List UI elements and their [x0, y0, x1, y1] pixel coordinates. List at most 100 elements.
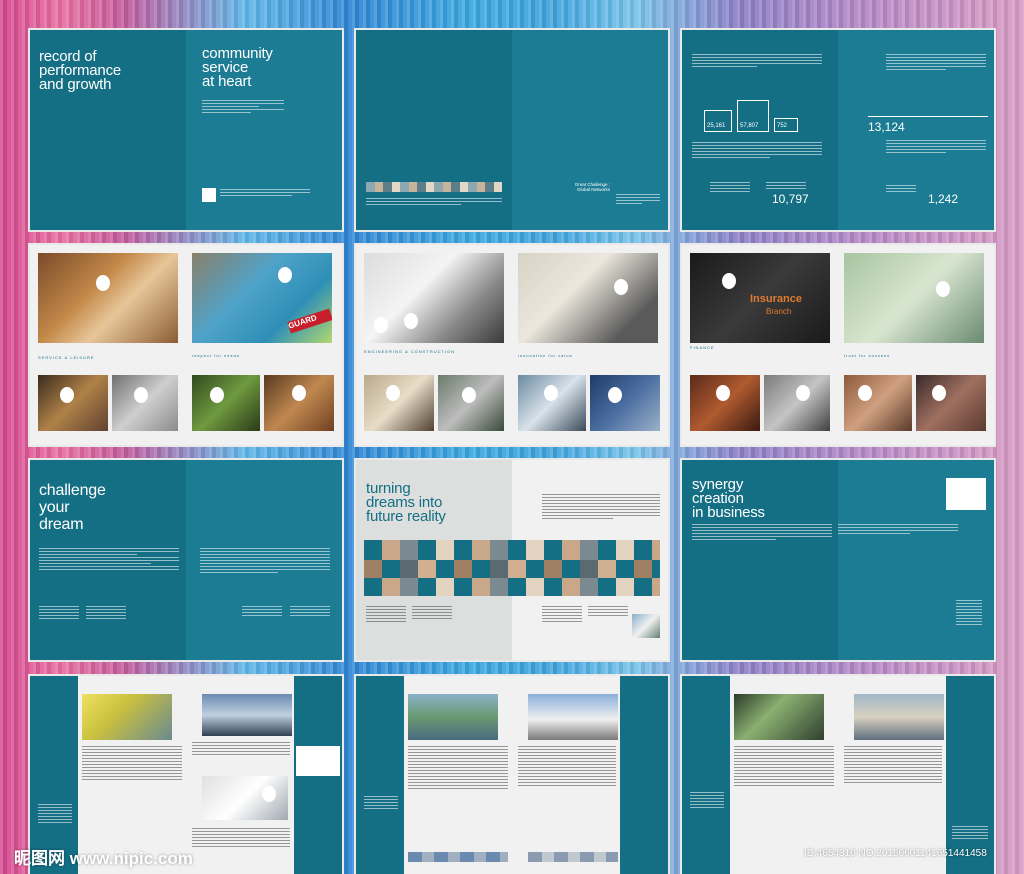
spread-innovation: ENGINEERING & CONSTRUCTION innovation fo… [356, 245, 668, 445]
body-text-2 [192, 828, 290, 849]
spread-performance: record of performance and growth community… [30, 30, 342, 230]
page-left: 25,161 57,807 752 [682, 30, 838, 230]
photo-meeting-4 [916, 375, 986, 431]
stat-big-3: 1,242 [928, 192, 959, 206]
page-left: synergy creation in business [682, 460, 838, 660]
section-caption: respect for needs [192, 353, 240, 358]
photo-shop [38, 253, 178, 343]
face-blur [386, 385, 400, 401]
section-label: Great Challenge : Global Networks [574, 182, 610, 192]
spread-global: Great Challenge : Global Networks [356, 30, 668, 230]
body-text [408, 746, 508, 791]
photo-factory [82, 694, 172, 740]
spread-trust: Insurance Branch FINANCE trust for succe… [682, 245, 994, 445]
face-blur [404, 313, 418, 329]
page-left: ENGINEERING & CONSTRUCTION [356, 245, 512, 445]
page-right [838, 460, 994, 660]
guard-sign: GUARD [287, 308, 332, 334]
page-left [682, 676, 838, 874]
sign-text: Insurance [750, 293, 802, 305]
face-blur [210, 387, 224, 403]
photo-office-2 [364, 375, 434, 431]
spread-title: challenge your dream [39, 482, 106, 533]
photo-people-4 [264, 375, 334, 431]
face-blur [96, 275, 110, 291]
photo-plant [528, 694, 618, 740]
spread-stats: 25,161 57,807 752 13,124 10,797 1,242 [682, 30, 994, 230]
photo-strip [366, 182, 502, 192]
photo-lab [202, 776, 288, 820]
photo-machinery [734, 694, 824, 740]
photo-strip [528, 852, 618, 862]
face-blur [722, 273, 736, 289]
face-blur [278, 267, 292, 283]
spread-dreams: turning dreams into future reality [356, 460, 668, 660]
photo-office-4 [518, 253, 658, 343]
page-label: FINANCE [690, 345, 715, 350]
body-text [844, 746, 942, 785]
page-right [512, 676, 668, 874]
column-text-1 [366, 606, 406, 624]
photo-building [632, 614, 660, 638]
body-text [616, 194, 660, 206]
body-text [192, 742, 290, 757]
body-text [82, 746, 182, 782]
spread-title-left: record of performance and growth [39, 48, 122, 93]
face-blur [796, 385, 810, 401]
face-blur [462, 387, 476, 403]
stat-big-1: 13,124 [868, 120, 905, 134]
page-right [186, 460, 342, 660]
spread-challenge: challenge your dream [30, 460, 342, 660]
spread-energy [356, 676, 668, 874]
mosaic-row-2 [364, 560, 660, 578]
page-label: SERVICE & LEISURE [38, 355, 95, 360]
photo-pool: GUARD [192, 253, 332, 343]
teal-column [620, 676, 668, 874]
page-right: innovation for value [512, 245, 668, 445]
divider [868, 116, 988, 117]
face-blur [134, 387, 148, 403]
sidebar-text [690, 792, 724, 810]
photo-meeting-2 [764, 375, 830, 431]
photo-office-1 [364, 253, 504, 343]
column-text-2 [86, 606, 126, 621]
label-box [946, 478, 986, 510]
section-text [886, 140, 986, 155]
white-panel [296, 746, 340, 776]
stat-big-2: 10,797 [772, 192, 809, 206]
body-text [886, 54, 986, 72]
body-text [200, 548, 330, 575]
page-left: challenge your dream [30, 460, 186, 660]
section-caption: innovation for value [518, 353, 573, 358]
body-text [39, 548, 179, 572]
photo-executive [844, 253, 984, 343]
photo-meeting-3 [844, 375, 912, 431]
photo-people-2 [112, 375, 178, 431]
list-text [956, 600, 982, 627]
column-text-4 [588, 606, 628, 618]
intro-text [692, 54, 822, 69]
face-blur [374, 317, 388, 333]
column-text-2 [412, 606, 452, 621]
page-left: Insurance Branch FINANCE [682, 245, 838, 445]
teal-column [682, 676, 730, 874]
body-text [518, 746, 616, 788]
logo-box [202, 188, 216, 202]
face-blur [858, 385, 872, 401]
page-right: GUARD respect for needs [186, 245, 342, 445]
photo-office-3 [438, 375, 504, 431]
section-caption: trust for success [844, 353, 891, 358]
sidebar-text [952, 826, 988, 841]
stat-value-1: 25,161 [707, 123, 726, 129]
page-right: Great Challenge : Global Networks [512, 30, 668, 230]
page-left: record of performance and growth [30, 30, 186, 230]
body-text [734, 746, 834, 788]
body-text [202, 100, 284, 115]
stat-value-2: 57,807 [740, 123, 759, 129]
sign-text-2: Branch [766, 307, 792, 316]
face-blur [544, 385, 558, 401]
photo-city [408, 694, 498, 740]
spread-title: turning dreams into future reality [366, 480, 446, 525]
photo-port [854, 694, 944, 740]
watermark-right: ID:4654310 NO:20150601141651441458 [804, 848, 987, 859]
